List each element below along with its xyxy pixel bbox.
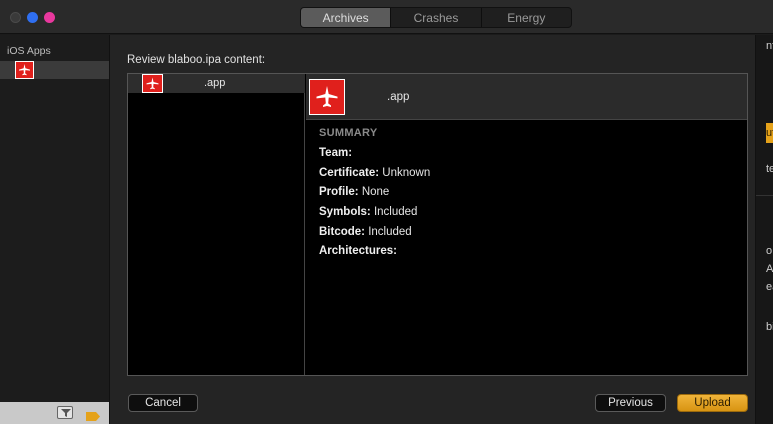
organizer-tab-control: Archives Crashes Energy (300, 7, 572, 28)
tag-icon[interactable] (86, 408, 100, 424)
summary-key: Bitcode: (319, 226, 365, 238)
review-content-sheet: Review blaboo.ipa content: .app .app SUM… (110, 35, 755, 424)
background-window-edge: nfo ut te o. A ea bi (755, 35, 773, 424)
content-browser: .app .app SUMMARY Team: Certificate: Unk… (127, 73, 748, 376)
summary-value: None (361, 186, 390, 198)
summary-value: Included (368, 226, 412, 238)
summary-key: Team: (319, 147, 353, 159)
tab-energy[interactable]: Energy (482, 8, 571, 27)
upload-button[interactable]: Upload (677, 394, 748, 412)
previous-button[interactable]: Previous (595, 394, 666, 412)
background-text-fragment: nfo (766, 40, 773, 52)
summary-key: Architectures: (319, 245, 397, 257)
background-text-fragment: bi (766, 321, 773, 333)
background-text-fragment: te (766, 163, 773, 175)
bundle-detail-panel: .app SUMMARY Team: Certificate: Unknown … (306, 74, 747, 375)
tab-archives[interactable]: Archives (301, 8, 392, 27)
sidebar-footer (0, 402, 109, 424)
summary-heading: SUMMARY (319, 127, 378, 139)
summary-row-architectures: Architectures: (319, 245, 397, 257)
bundle-list: .app (128, 74, 305, 375)
window-titlebar: Archives Crashes Energy (0, 0, 773, 34)
summary-key: Symbols: (319, 206, 371, 218)
list-item[interactable]: .app (128, 74, 305, 93)
summary-row-symbols: Symbols: Included (319, 206, 417, 218)
summary-row-certificate: Certificate: Unknown (319, 167, 430, 179)
summary-key: Profile: (319, 186, 359, 198)
summary-value: Unknown (382, 167, 431, 179)
background-text-fragment: ut (766, 127, 773, 139)
airplane-app-icon (142, 74, 163, 98)
cancel-button[interactable]: Cancel (128, 394, 198, 412)
summary-key: Certificate: (319, 167, 380, 179)
divider (756, 195, 773, 196)
airplane-app-icon (15, 61, 34, 84)
background-text-fragment: o. (766, 245, 773, 257)
app-name-label: .app (387, 91, 410, 103)
background-text-fragment: ea (766, 281, 773, 293)
list-item-label: .app (204, 77, 226, 89)
sidebar-heading: iOS Apps (7, 45, 51, 57)
summary-value: Included (373, 206, 418, 218)
tab-crashes[interactable]: Crashes (391, 8, 482, 27)
zoom-window-button[interactable] (44, 12, 55, 23)
detail-header: .app (306, 74, 747, 120)
summary-row-profile: Profile: None (319, 186, 389, 198)
filter-button[interactable] (57, 406, 73, 419)
airplane-app-icon-large (309, 79, 345, 120)
background-text-fragment: A (766, 263, 773, 275)
summary-row-bitcode: Bitcode: Included (319, 226, 412, 238)
minimize-window-button[interactable] (27, 12, 38, 23)
apps-sidebar: iOS Apps (0, 35, 110, 424)
sidebar-item-app[interactable] (0, 61, 109, 79)
sheet-title: Review blaboo.ipa content: (127, 54, 266, 66)
close-window-button[interactable] (10, 12, 21, 23)
summary-row-team: Team: (319, 147, 352, 159)
